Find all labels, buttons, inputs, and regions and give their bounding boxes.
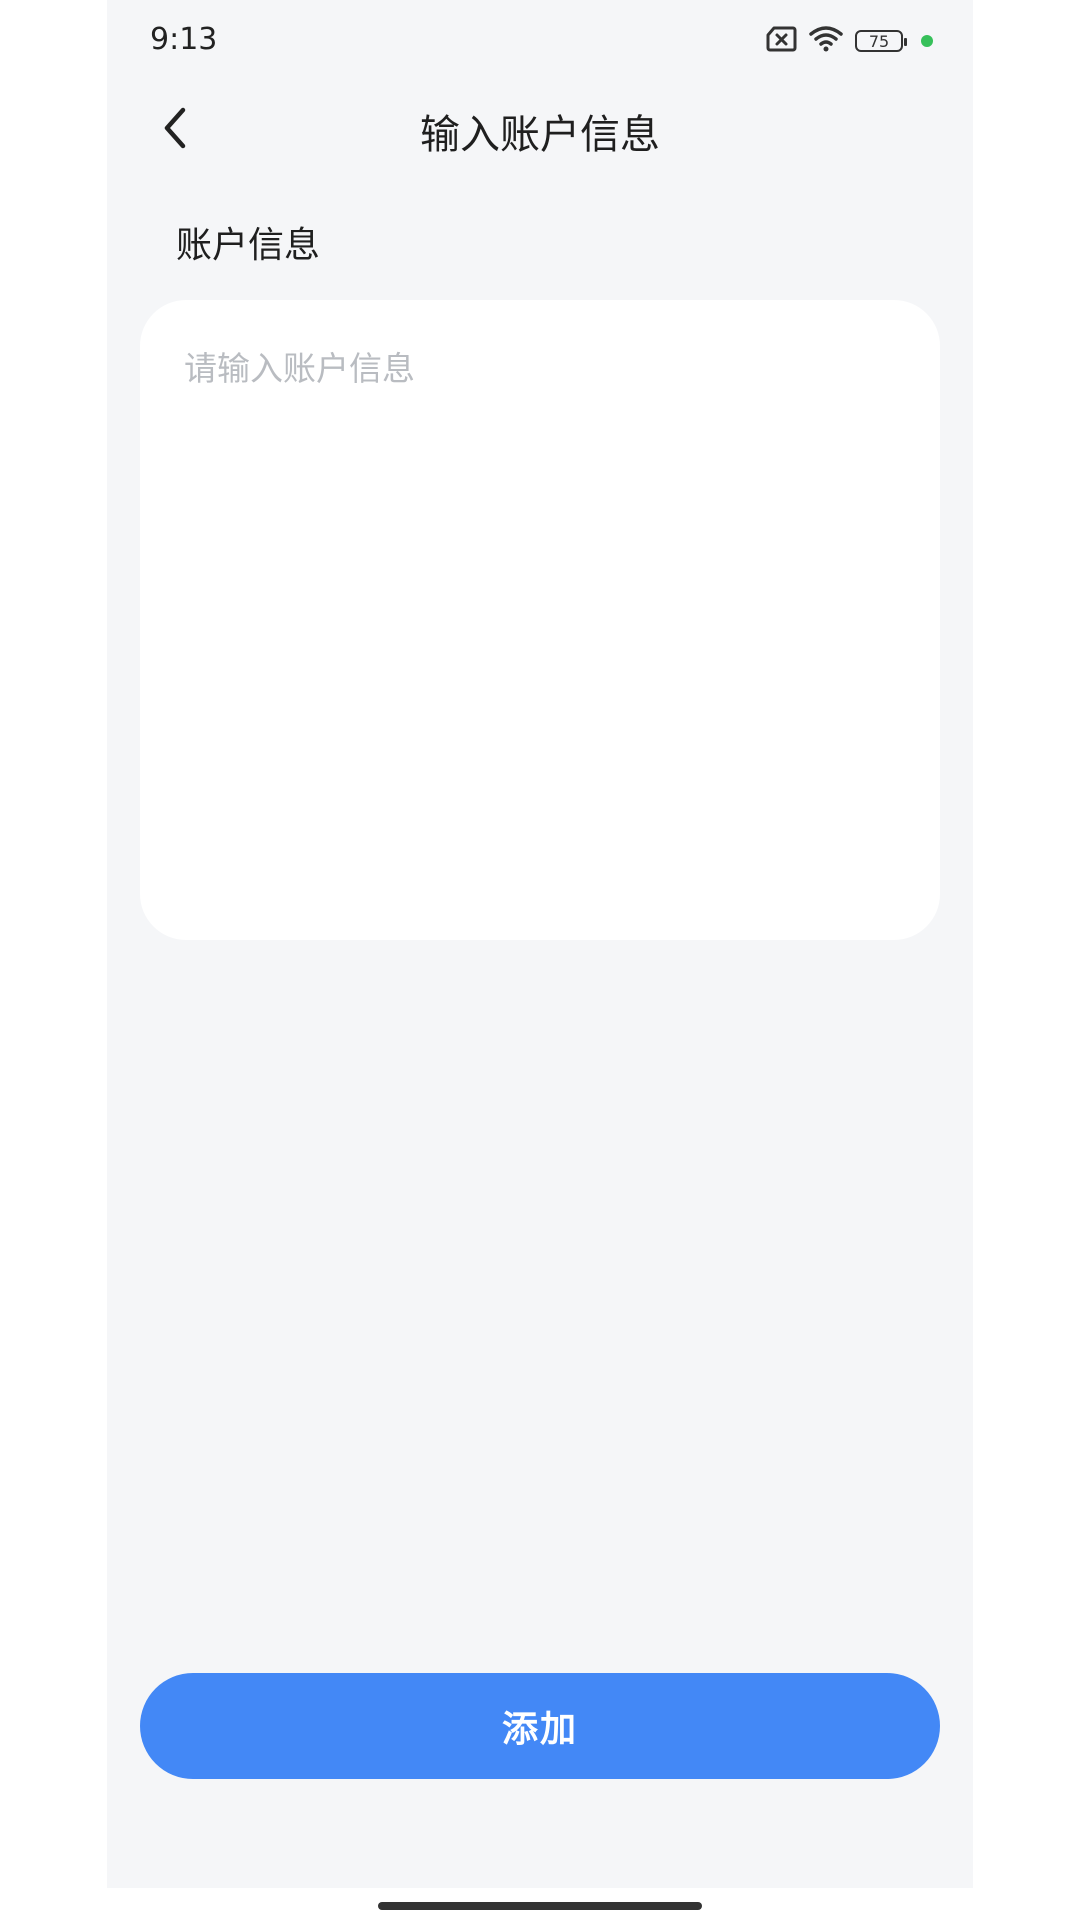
page-title: 输入账户信息	[420, 112, 660, 158]
battery-level: 75	[868, 31, 890, 51]
app-screen: 9:13 75 输入账户信息 账户信息 请输入账户信息 添加	[107, 0, 973, 1888]
section-label: 账户信息	[176, 225, 321, 266]
header: 输入账户信息	[107, 88, 973, 168]
account-info-card	[140, 300, 940, 940]
sim-x-icon	[765, 26, 797, 56]
status-time: 9:13	[150, 22, 218, 57]
status-icons: 75	[765, 26, 933, 56]
home-indicator[interactable]	[378, 1902, 702, 1910]
wifi-icon	[809, 26, 843, 56]
account-info-input[interactable]	[140, 300, 940, 940]
add-button[interactable]: 添加	[140, 1673, 940, 1779]
battery-icon: 75	[855, 30, 907, 52]
status-bar: 9:13 75	[107, 0, 973, 80]
status-indicator-dot	[921, 35, 933, 47]
